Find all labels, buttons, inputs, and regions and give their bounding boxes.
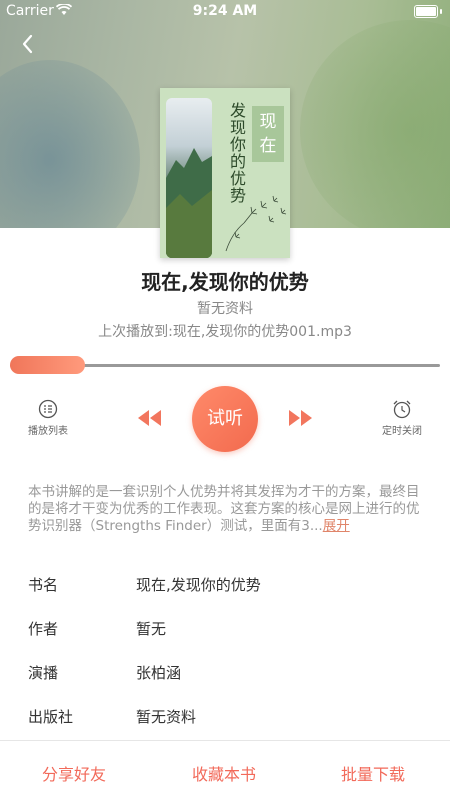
book-cover: 发现你的优势 现在 (160, 88, 290, 258)
info-key: 作者 (28, 620, 59, 638)
info-row-narrator: 演播 张柏涵 (28, 662, 428, 683)
favorite-button[interactable]: 收藏本书 (192, 761, 256, 785)
cover-photo (166, 98, 212, 258)
battery-icon (414, 5, 442, 18)
share-button[interactable]: 分享好友 (42, 761, 106, 785)
play-button[interactable]: 试听 (192, 386, 258, 452)
cover-vertical-title: 发现你的优势 (230, 101, 247, 205)
last-played-label: 上次播放到:现在,发现你的优势001.mp3 (98, 324, 352, 340)
back-chevron-icon[interactable] (14, 30, 42, 58)
info-key: 书名 (28, 576, 59, 594)
progress-thumb[interactable] (10, 356, 85, 374)
rewind-icon[interactable] (136, 408, 162, 428)
info-value: 张柏涵 (136, 664, 182, 682)
bottom-action-bar: 分享好友 收藏本书 批量下载 (0, 740, 450, 801)
info-value: 现在,发现你的优势 (136, 576, 261, 594)
dandelion-icon (225, 195, 287, 252)
book-description: 本书讲解的是一套识别个人优势并将其发挥为才干的方案，最终目的是将才干变为优秀的工… (28, 484, 424, 535)
info-row-publisher: 出版社 暂无资料 (28, 706, 428, 727)
playlist-button[interactable]: 播放列表 (20, 399, 76, 437)
book-author-line: 暂无资料 (197, 301, 253, 317)
clock: 9:24 AM (192, 3, 258, 19)
info-key: 演播 (28, 664, 59, 682)
fast-forward-icon[interactable] (288, 408, 314, 428)
alarm-clock-icon (393, 400, 411, 419)
info-key: 出版社 (28, 708, 74, 726)
cover-stamp: 现在 (252, 106, 284, 162)
expand-link[interactable]: 展开 (323, 518, 350, 534)
info-row-title: 书名 现在,发现你的优势 (28, 574, 428, 595)
info-value: 暂无资料 (136, 708, 197, 726)
playlist-label: 播放列表 (28, 426, 68, 437)
info-value: 暂无 (136, 620, 167, 638)
status-bar: Carrier 9:24 AM (0, 0, 450, 24)
timer-label: 定时关闭 (382, 426, 422, 437)
batch-download-button[interactable]: 批量下载 (341, 761, 405, 785)
info-row-author: 作者 暂无 (28, 618, 428, 639)
timer-button[interactable]: 定时关闭 (374, 399, 430, 437)
book-title: 现在,发现你的优势 (141, 270, 309, 294)
playlist-icon (38, 399, 58, 419)
description-text: 本书讲解的是一套识别个人优势并将其发挥为才干的方案，最终目的是将才干变为优秀的工… (28, 484, 420, 534)
